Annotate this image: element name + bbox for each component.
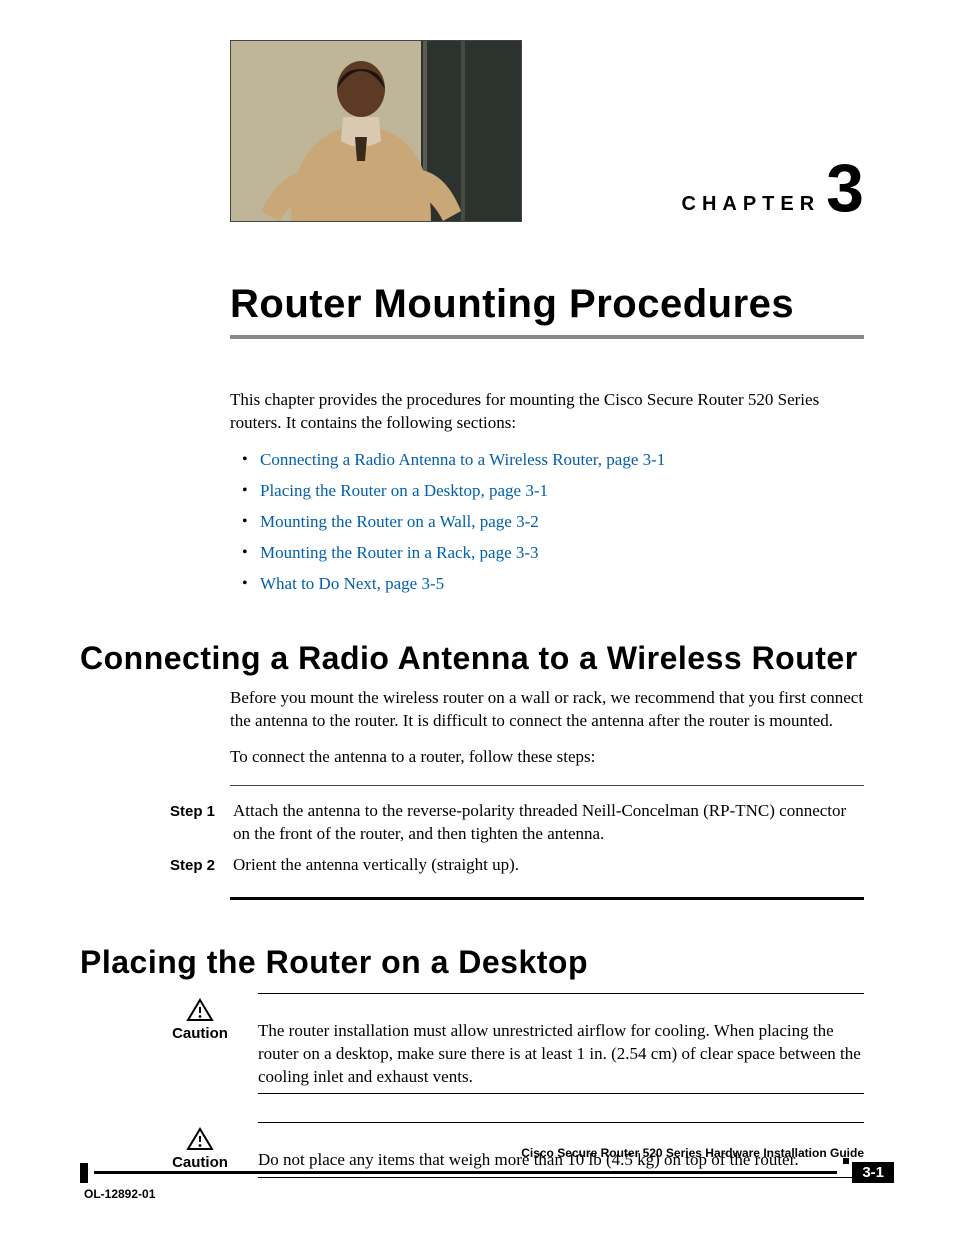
caution-block: Caution The router installation must all… bbox=[160, 993, 864, 1094]
paragraph: To connect the antenna to a router, foll… bbox=[230, 746, 864, 769]
step-row: Step 2 Orient the antenna vertically (st… bbox=[160, 850, 864, 881]
chapter-word: CHAPTER bbox=[682, 194, 821, 222]
chapter-header: CHAPTER 3 bbox=[230, 40, 864, 222]
page-footer: Cisco Secure Router 520 Series Hardware … bbox=[80, 1146, 894, 1201]
chapter-label-block: CHAPTER 3 bbox=[682, 154, 865, 222]
toc-link[interactable]: Mounting the Router on a Wall, page 3-2 bbox=[260, 512, 539, 531]
toc-link[interactable]: What to Do Next, page 3-5 bbox=[260, 574, 444, 593]
chapter-title: Router Mounting Procedures bbox=[230, 282, 894, 327]
step-text: Orient the antenna vertically (straight … bbox=[233, 854, 864, 877]
section-body: Before you mount the wireless router on … bbox=[230, 687, 864, 770]
step-text: Attach the antenna to the reverse-polari… bbox=[233, 800, 864, 846]
caution-text: The router installation must allow unres… bbox=[258, 998, 864, 1089]
list-item: Mounting the Router on a Wall, page 3-2 bbox=[242, 511, 864, 534]
caution-label: Caution bbox=[160, 1024, 240, 1044]
footer-bar bbox=[94, 1171, 837, 1174]
section-heading-desktop: Placing the Router on a Desktop bbox=[80, 944, 864, 981]
toc-link[interactable]: Connecting a Radio Antenna to a Wireless… bbox=[260, 450, 665, 469]
page-number: 3-1 bbox=[852, 1162, 894, 1183]
caution-head: Caution bbox=[160, 998, 240, 1044]
book-title: Cisco Secure Router 520 Series Hardware … bbox=[80, 1146, 894, 1160]
step-label: Step 1 bbox=[160, 800, 215, 822]
caution-icon bbox=[186, 998, 214, 1022]
title-rule bbox=[230, 335, 864, 339]
footer-tick bbox=[843, 1158, 849, 1164]
doc-id: OL-12892-01 bbox=[80, 1187, 894, 1201]
intro-block: This chapter provides the procedures for… bbox=[230, 389, 864, 596]
list-item: Mounting the Router in a Rack, page 3-3 bbox=[242, 542, 864, 565]
rule bbox=[230, 897, 864, 900]
rule bbox=[258, 1122, 864, 1123]
rule bbox=[230, 785, 864, 786]
step-row: Step 1 Attach the antenna to the reverse… bbox=[160, 796, 864, 850]
toc-link[interactable]: Placing the Router on a Desktop, page 3-… bbox=[260, 481, 548, 500]
document-page: CHAPTER 3 Router Mounting Procedures Thi… bbox=[0, 0, 954, 1235]
rule bbox=[258, 1093, 864, 1094]
footer-tick bbox=[80, 1163, 88, 1183]
chapter-number: 3 bbox=[826, 154, 864, 222]
paragraph: Before you mount the wireless router on … bbox=[230, 687, 864, 733]
section-heading-antenna: Connecting a Radio Antenna to a Wireless… bbox=[80, 640, 864, 677]
chapter-photo bbox=[230, 40, 522, 222]
list-item: What to Do Next, page 3-5 bbox=[242, 573, 864, 596]
intro-paragraph: This chapter provides the procedures for… bbox=[230, 389, 864, 435]
toc-link[interactable]: Mounting the Router in a Rack, page 3-3 bbox=[260, 543, 539, 562]
toc-list: Connecting a Radio Antenna to a Wireless… bbox=[242, 449, 864, 596]
list-item: Placing the Router on a Desktop, page 3-… bbox=[242, 480, 864, 503]
rule bbox=[258, 993, 864, 994]
step-label: Step 2 bbox=[160, 854, 215, 876]
list-item: Connecting a Radio Antenna to a Wireless… bbox=[242, 449, 864, 472]
